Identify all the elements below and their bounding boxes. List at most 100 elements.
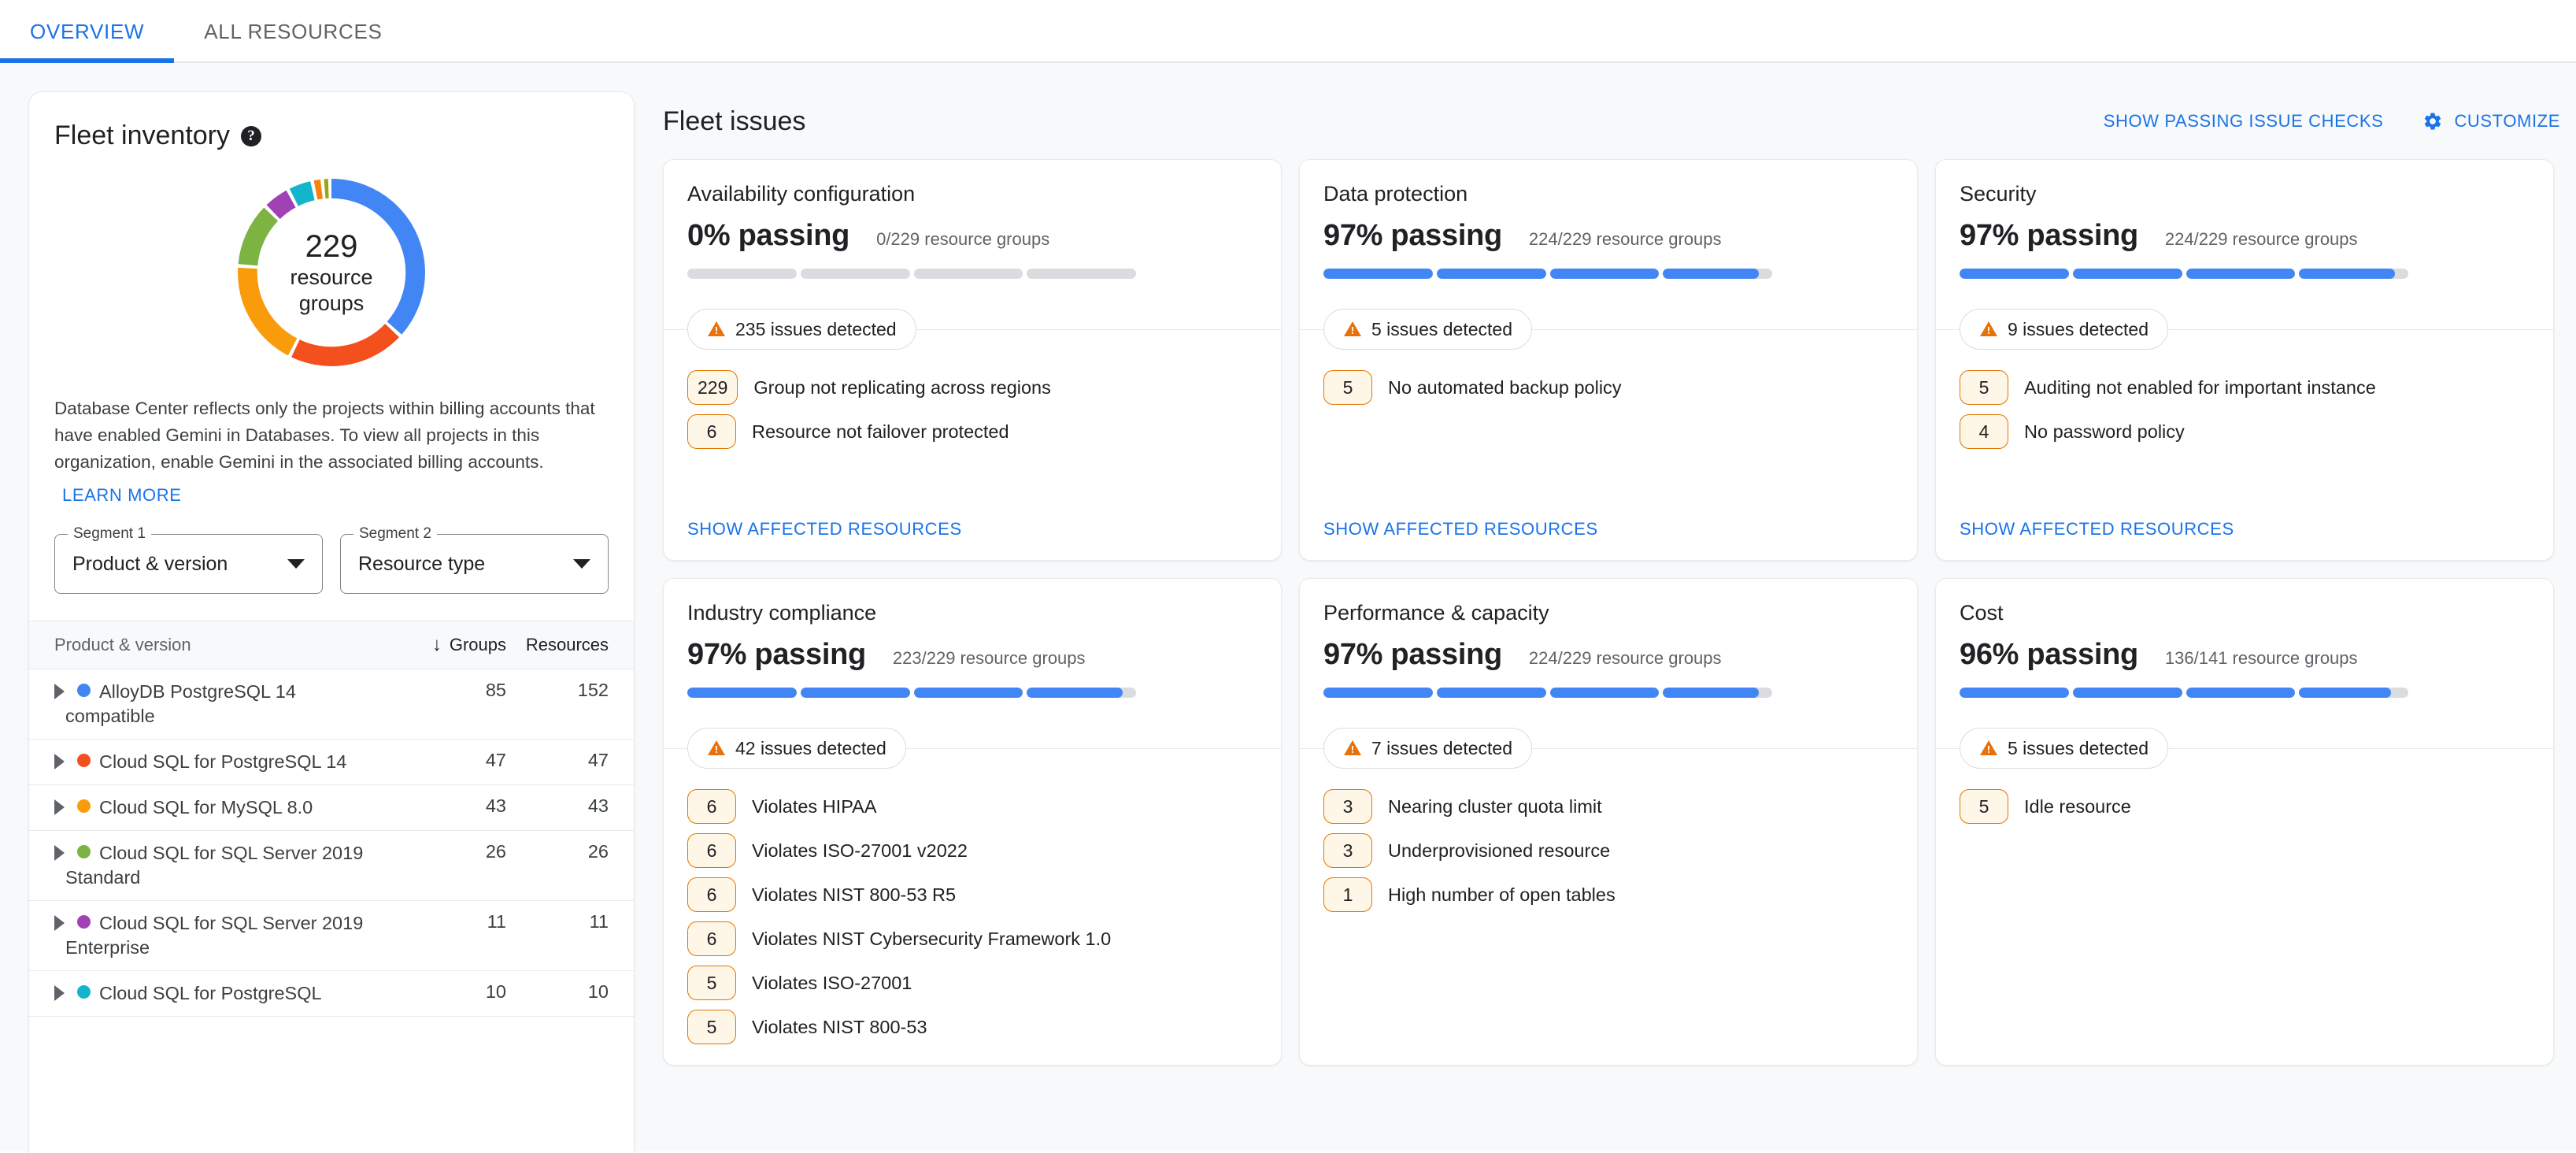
product-name-label: Cloud SQL for SQL Server 2019 Standard: [65, 843, 364, 888]
progress-segment: [1436, 269, 1546, 279]
issue-list-item[interactable]: 6 Violates NIST Cybersecurity Framework 1…: [687, 921, 1257, 956]
passing-progress-bar: [1960, 269, 2408, 279]
issue-label: Underprovisioned resource: [1388, 840, 1611, 861]
issues-detected-label: 235 issues detected: [735, 318, 897, 339]
progress-segment-fill: [913, 688, 1023, 698]
expand-row-icon[interactable]: [54, 985, 65, 1002]
donut-label-line2: groups: [298, 291, 365, 315]
column-header-groups[interactable]: ↓ Groups: [368, 635, 506, 655]
segment-1-select[interactable]: Segment 1 Product & version: [54, 525, 323, 595]
issues-detected-chip[interactable]: 42 issues detected: [687, 728, 906, 769]
table-row[interactable]: AlloyDB PostgreSQL 14 compatible 85 152: [29, 669, 634, 740]
help-icon[interactable]: ?: [241, 125, 261, 146]
segment-1-value: Product & version: [72, 552, 228, 575]
expand-row-icon[interactable]: [54, 915, 65, 932]
tab-overview[interactable]: OVERVIEW: [0, 20, 175, 63]
progress-segment: [687, 269, 797, 279]
progress-segment-fill: [2186, 688, 2296, 698]
column-header-product[interactable]: Product & version: [54, 635, 368, 655]
show-affected-resources-button[interactable]: SHOW AFFECTED RESOURCES: [687, 503, 1257, 539]
segment-2-value: Resource type: [358, 552, 486, 575]
learn-more-link[interactable]: LEARN MORE: [54, 485, 181, 506]
issue-list-item[interactable]: 6 Resource not failover protected: [687, 414, 1257, 449]
passing-groups-count: 224/229 resource groups: [2164, 229, 2358, 249]
expand-row-icon[interactable]: [54, 754, 65, 770]
issue-label: Violates NIST 800-53: [752, 1016, 927, 1037]
issue-label: Idle resource: [2024, 795, 2131, 817]
issue-list-item[interactable]: 5 Violates ISO-27001: [687, 966, 1257, 1000]
segment-2-select[interactable]: Segment 2 Resource type: [340, 525, 609, 595]
issue-list-item[interactable]: 3 Nearing cluster quota limit: [1323, 789, 1893, 824]
issue-list-item[interactable]: 1 High number of open tables: [1323, 877, 1893, 912]
issue-label: No automated backup policy: [1388, 376, 1622, 398]
donut-total-count: 229: [305, 229, 358, 265]
progress-segment-fill: [2186, 269, 2296, 279]
passing-percent: 97% passing: [1323, 219, 1502, 252]
table-cell-groups: 10: [485, 981, 506, 1003]
issue-count-badge: 5: [1323, 370, 1372, 405]
product-color-dot: [77, 754, 91, 768]
progress-segment: [1549, 269, 1660, 279]
product-name-label: Cloud SQL for MySQL 8.0: [99, 797, 313, 818]
expand-row-icon[interactable]: [54, 799, 65, 816]
issue-label: High number of open tables: [1388, 884, 1616, 905]
show-affected-resources-button[interactable]: SHOW AFFECTED RESOURCES: [1323, 503, 1893, 539]
passing-progress-bar: [687, 269, 1136, 279]
table-cell-groups: 26: [485, 841, 506, 862]
issue-list-item[interactable]: 3 Underprovisioned resource: [1323, 833, 1893, 868]
gear-icon: [2425, 113, 2441, 130]
passing-progress-bar: [1323, 688, 1772, 698]
expand-row-icon[interactable]: [54, 684, 65, 700]
issue-list-item[interactable]: 5 Violates NIST 800-53: [687, 1010, 1257, 1044]
column-header-resources[interactable]: Resources: [506, 635, 609, 655]
show-passing-issue-checks-button[interactable]: SHOW PASSING ISSUE CHECKS: [2104, 111, 2384, 132]
issues-chip-row: 235 issues detected: [664, 309, 1281, 350]
table-row[interactable]: Cloud SQL for SQL Server 2019 Enterprise…: [29, 901, 634, 972]
inventory-table: Product & version ↓ Groups Resources All…: [29, 621, 634, 1018]
passing-percent: 0% passing: [687, 219, 850, 252]
issues-detected-chip[interactable]: 235 issues detected: [687, 309, 916, 350]
issue-list-item[interactable]: 5 Idle resource: [1960, 789, 2530, 824]
show-affected-resources-button[interactable]: SHOW AFFECTED RESOURCES: [1960, 503, 2530, 539]
issues-detected-chip[interactable]: 7 issues detected: [1323, 728, 1533, 769]
issues-detected-chip[interactable]: 5 issues detected: [1323, 309, 1533, 350]
issue-list-item[interactable]: 6 Violates ISO-27001 v2022: [687, 833, 1257, 868]
table-cell-product: Cloud SQL for MySQL 8.0: [54, 795, 368, 820]
issues-detected-chip[interactable]: 9 issues detected: [1960, 309, 2169, 350]
issues-detected-label: 5 issues detected: [1371, 318, 1513, 339]
issue-count-badge: 5: [1960, 370, 2008, 405]
issue-list-item[interactable]: 6 Violates HIPAA: [687, 789, 1257, 824]
table-row[interactable]: Cloud SQL for PostgreSQL 14 47 47: [29, 740, 634, 786]
passing-summary: 0% passing 0/229 resource groups: [687, 219, 1257, 253]
issues-detected-label: 7 issues detected: [1371, 737, 1513, 758]
issue-list-item[interactable]: 229 Group not replicating across regions: [687, 370, 1257, 405]
issue-list-item[interactable]: 4 No password policy: [1960, 414, 2530, 449]
issue-label: Violates ISO-27001: [752, 972, 912, 993]
product-name-label: Cloud SQL for PostgreSQL 14: [99, 751, 347, 773]
issue-count-badge: 5: [687, 966, 736, 1000]
table-row[interactable]: Cloud SQL for PostgreSQL 10 10: [29, 971, 634, 1018]
issue-label: Group not replicating across regions: [753, 376, 1051, 398]
table-row[interactable]: Cloud SQL for MySQL 8.0 43 43: [29, 785, 634, 832]
warning-triangle-icon: [1980, 740, 1997, 755]
issues-detected-chip[interactable]: 5 issues detected: [1960, 728, 2169, 769]
tab-all-resources[interactable]: ALL RESOURCES: [174, 20, 412, 61]
issue-list-item[interactable]: 5 No automated backup policy: [1323, 370, 1893, 405]
issue-list-item[interactable]: 6 Violates NIST 800-53 R5: [687, 877, 1257, 912]
progress-segment-fill: [1549, 688, 1660, 698]
card-title: Data protection: [1323, 182, 1468, 206]
table-cell-product: Cloud SQL for SQL Server 2019 Standard: [54, 841, 368, 890]
expand-row-icon[interactable]: [54, 845, 65, 862]
donut-label-line1: resource: [290, 265, 373, 290]
issue-list: 5 Idle resource: [1960, 789, 2530, 824]
table-row[interactable]: Cloud SQL for SQL Server 2019 Standard 26…: [29, 831, 634, 902]
issues-chip-row: 9 issues detected: [1936, 309, 2553, 350]
issue-count-badge: 5: [1960, 789, 2008, 824]
issues-chip-row: 7 issues detected: [1300, 728, 1917, 769]
customize-button[interactable]: CUSTOMIZE: [2422, 111, 2560, 132]
issue-list-item[interactable]: 5 Auditing not enabled for important inst…: [1960, 370, 2530, 405]
fleet-inventory-description: Database Center reflects only the projec…: [54, 399, 595, 472]
fleet-issue-card: Industry compliance 97% passing 223/229 re…: [663, 578, 1282, 1066]
product-color-dot: [77, 845, 91, 859]
table-cell-resources: 152: [577, 680, 609, 701]
